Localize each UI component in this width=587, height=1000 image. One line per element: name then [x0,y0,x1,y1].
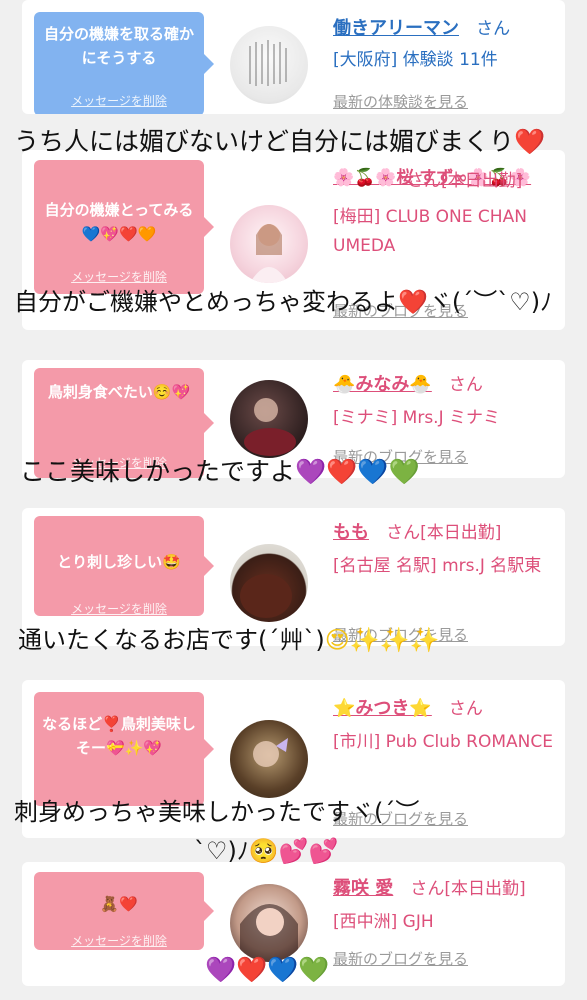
honorific: さん [448,699,483,719]
profile-info: 🐣みなみ🐣 さん [ミナミ] Mrs.J ミナミ [333,370,557,433]
message-bubble: 自分の機嫌とってみる💙💖❤️🧡 メッセージを削除 [34,160,214,294]
message-text: とり刺し珍しい🤩 [57,553,181,571]
caption-6: 💜❤️💙💚 [205,955,587,985]
honorific: さん[本日出勤] [410,879,526,899]
person-photo-icon [240,904,298,962]
location-text: [梅田] CLUB ONE CHAN UMEDA [333,207,527,256]
person-photo-icon [244,398,296,456]
message-text: 自分の機嫌を取る確かにそうする [43,25,194,67]
caption-text: うち人には媚びないけど自分には媚びまくり [14,127,515,156]
message-bubble: なるほど❣️鳥刺美味しそー💝✨💖 [34,692,214,806]
message-bubble: 🧸❤️ メッセージを削除 [34,872,214,950]
message-bubble: とり刺し珍しい🤩 メッセージを削除 [34,516,214,617]
profile-info: もも さん[本日出勤] [名古屋 名駅] mrs.J 名駅東 [333,518,557,581]
location-text: [大阪府] 体験談 11件 [333,50,498,70]
caption-text: 刺身めっちゃ美味しかったですヾ(´︶ [14,798,420,826]
heart-icon: ❤️ [514,127,546,156]
location-text: [市川] Pub Club ROMANCE [333,732,553,752]
purple-heart-icon: 💜 [295,457,327,486]
profile-info: 霧咲 愛 さん[本日出勤] [西中洲] GJH [333,874,557,937]
profile-info: 働きアリーマン さん [大阪府] 体験談 11件 [333,14,557,75]
green-heart-icon: 💚 [388,457,420,486]
see-latest-link[interactable]: 最新の体験談を見る [333,91,468,112]
message-text: 🧸❤️ [100,895,138,913]
honorific: さん [448,375,483,395]
caption-text: ここ美味しかったですよ [20,457,296,486]
heart-icon: ❤️ [398,288,428,316]
location-text: [名古屋 名駅] mrs.J 名駅東 [333,556,542,576]
profile-info: ⭐みつき⭐ さん [市川] Pub Club ROMANCE [333,694,557,757]
profile-name[interactable]: 働きアリーマン [333,18,459,39]
honorific: さん [476,19,511,39]
red-heart-icon: ❤️ [236,955,268,984]
delete-message-link[interactable]: メッセージを削除 [34,932,204,949]
avatar[interactable] [230,884,308,962]
avatar[interactable] [230,720,308,798]
profile-name[interactable]: 🐣みなみ🐣 [333,374,432,395]
handwriting-image-icon [249,40,287,86]
avatar[interactable] [230,544,308,622]
location-text: [ミナミ] Mrs.J ミナミ [333,408,501,428]
heart-eyes-sparkles-icon: 😍✨✨✨ [324,626,440,654]
person-photo-icon [240,574,292,618]
purple-heart-icon: 💜 [205,955,237,984]
green-heart-icon: 💚 [298,955,330,984]
caption-text: 通いたくなるお店です(´艸`) [18,626,325,654]
profile-info: 🌸🍒🌸桜 すず∞🌸🍒🌸 さん[本日出勤] [梅田] CLUB ONE CHAN … [333,164,557,261]
avatar[interactable] [230,380,308,458]
message-text: なるほど❣️鳥刺美味しそー💝✨💖 [42,715,196,757]
honorific: さん[本日出勤] [407,171,523,191]
caption-3: ここ美味しかったですよ💜❤️💙💚 [20,452,587,488]
honorific: さん[本日出勤] [386,523,502,543]
caption-4: 通いたくなるお店です(´艸`)😍✨✨✨ [18,620,587,655]
delete-message-link[interactable]: メッセージを削除 [34,92,204,109]
profile-name[interactable]: ⭐みつき⭐ [333,698,432,719]
caption-text: 自分がご機嫌やとめっちゃ変わるよ [14,288,398,316]
avatar[interactable] [230,205,308,283]
caption-text-line2: `♡)ﾉ🥺💕💕 [194,837,339,865]
message-text: 鳥刺身食べたい☺️💖 [47,383,191,401]
profile-name[interactable]: 霧咲 愛 [333,878,393,899]
card-1: 自分の機嫌を取る確かにそうする メッセージを削除 働きアリーマン さん [大阪府… [22,0,565,114]
caption-5: 刺身めっちゃ美味しかったですヾ(´︶ `♡)ﾉ🥺💕💕 [14,792,587,866]
person-photo-icon [253,738,288,767]
blue-heart-icon: 💙 [267,955,299,984]
kaomoji-text: ヾ(´︶`♡)ﾉ [427,288,553,316]
location-text: [西中洲] GJH [333,912,434,932]
message-text: 自分の機嫌とってみる💙💖❤️🧡 [44,201,194,243]
message-bubble: 自分の機嫌を取る確かにそうする メッセージを削除 [34,12,214,114]
person-photo-icon [250,224,288,283]
delete-message-link[interactable]: メッセージを削除 [34,600,204,617]
blue-heart-icon: 💙 [357,457,389,486]
caption-1: うち人には媚びないけど自分には媚びまくり❤️ [14,122,587,158]
avatar[interactable] [230,26,308,104]
profile-name[interactable]: もも [333,522,369,543]
red-heart-icon: ❤️ [326,457,358,486]
caption-2: 自分がご機嫌やとめっちゃ変わるよ❤️ヾ(´︶`♡)ﾉ [14,282,587,317]
